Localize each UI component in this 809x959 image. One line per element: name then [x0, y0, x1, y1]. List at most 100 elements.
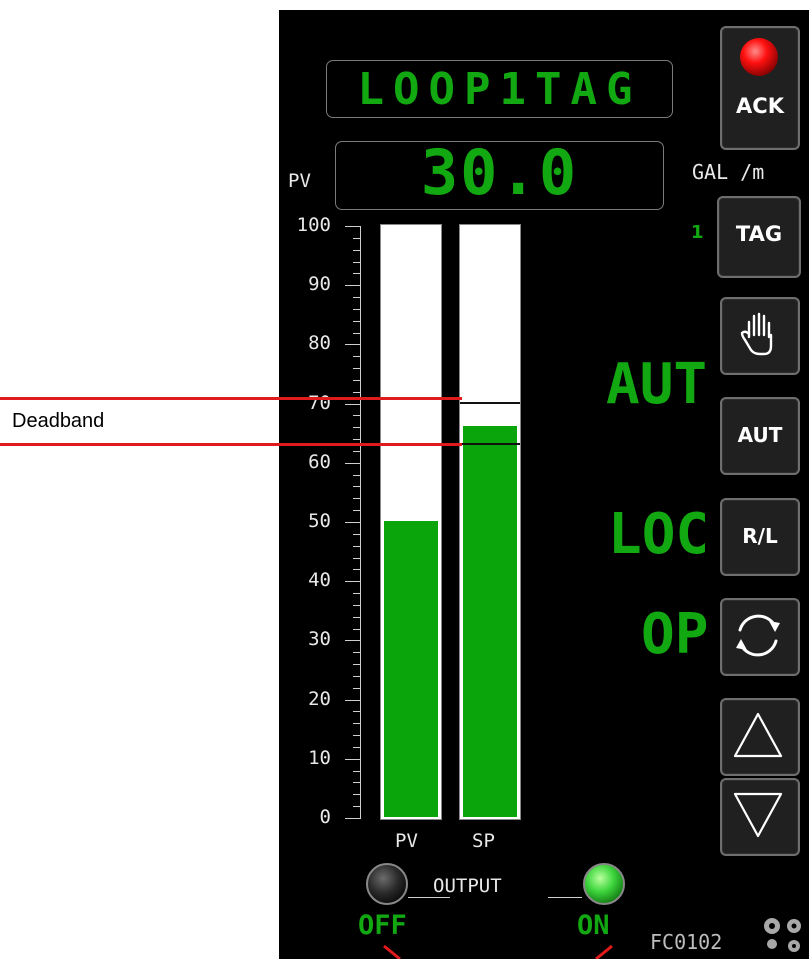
- major-tick: [345, 581, 361, 582]
- scale-tick-label: 30: [308, 628, 331, 650]
- minor-tick: [353, 368, 361, 369]
- scale-tick-label: 50: [308, 510, 331, 532]
- ack-button[interactable]: ACK: [720, 26, 800, 150]
- minor-tick: [353, 771, 361, 772]
- remote-local-button[interactable]: R/L: [720, 498, 800, 576]
- minor-tick: [353, 723, 361, 724]
- sp-bar-fill: [463, 426, 517, 817]
- minor-tick: [353, 262, 361, 263]
- minor-tick: [353, 747, 361, 748]
- major-tick: [345, 700, 361, 701]
- output-off-led: [366, 863, 408, 905]
- minor-tick: [353, 392, 361, 393]
- minor-tick: [353, 546, 361, 547]
- pv-display: 30.0: [335, 136, 664, 210]
- tag-display: LOOP1TAG: [326, 60, 673, 118]
- minor-tick: [353, 569, 361, 570]
- output-line-left: [408, 897, 450, 898]
- tag-button[interactable]: TAG: [717, 196, 801, 278]
- output-off-label: OFF: [358, 910, 407, 941]
- minor-tick: [353, 356, 361, 357]
- minor-tick: [353, 415, 361, 416]
- manual-mode-button[interactable]: [720, 297, 800, 375]
- scale-tick-label: 0: [319, 806, 331, 828]
- minor-tick: [353, 711, 361, 712]
- pv-label: PV: [288, 170, 311, 192]
- auto-button-label: AUT: [737, 423, 783, 447]
- tag-button-label: TAG: [735, 222, 783, 246]
- minor-tick: [353, 794, 361, 795]
- triangle-up-icon: [733, 712, 783, 758]
- minor-tick: [353, 309, 361, 310]
- minor-tick: [353, 380, 361, 381]
- pv-bar-fill: [384, 521, 438, 817]
- ack-button-label: ACK: [736, 94, 784, 118]
- minor-tick: [353, 664, 361, 665]
- minor-tick: [353, 297, 361, 298]
- location-status: LOC: [608, 502, 710, 567]
- minor-tick: [353, 475, 361, 476]
- major-tick: [345, 404, 361, 405]
- minor-tick: [353, 534, 361, 535]
- minor-tick: [353, 321, 361, 322]
- major-tick: [345, 285, 361, 286]
- output-on-led: [583, 863, 625, 905]
- minor-tick: [353, 782, 361, 783]
- sp-deadband-low-marker: [460, 443, 520, 445]
- pv-value: 30.0: [420, 136, 579, 209]
- scale-tick-label: 100: [296, 214, 331, 236]
- tag-count: 1: [691, 222, 704, 243]
- increase-button[interactable]: [720, 698, 800, 776]
- minor-tick: [353, 676, 361, 677]
- major-tick: [345, 344, 361, 345]
- minor-tick: [353, 427, 361, 428]
- output-label: OUTPUT: [433, 875, 502, 897]
- minor-tick: [353, 617, 361, 618]
- major-tick: [345, 522, 361, 523]
- scale-tick-label: 70: [308, 392, 331, 414]
- major-tick: [345, 759, 361, 760]
- units-label: GAL /m: [692, 160, 765, 184]
- scale-tick-label: 20: [308, 688, 331, 710]
- pv-bar: [380, 224, 442, 820]
- sp-bar-label: SP: [472, 830, 495, 852]
- minor-tick: [353, 605, 361, 606]
- deadband-lower-line: [0, 443, 462, 446]
- major-tick: [345, 463, 361, 464]
- triangle-down-icon: [733, 792, 783, 838]
- minor-tick: [353, 498, 361, 499]
- output-on-label: ON: [577, 910, 610, 941]
- decrease-button[interactable]: [720, 778, 800, 856]
- minor-tick: [353, 806, 361, 807]
- minor-tick: [353, 451, 361, 452]
- minor-tick: [353, 486, 361, 487]
- pv-bar-label: PV: [395, 830, 418, 852]
- hand-icon: [740, 312, 773, 356]
- device-id: FC0102: [650, 930, 723, 954]
- scale-tick-label: 10: [308, 747, 331, 769]
- remote-local-button-label: R/L: [742, 524, 778, 548]
- auto-mode-button[interactable]: AUT: [720, 397, 800, 475]
- minor-tick: [353, 629, 361, 630]
- minor-tick: [353, 688, 361, 689]
- sp-bar: [459, 224, 521, 820]
- output-mode-status: OP: [641, 602, 709, 667]
- mode-status: AUT: [606, 352, 708, 417]
- minor-tick: [353, 735, 361, 736]
- minor-tick: [353, 333, 361, 334]
- minor-tick: [353, 238, 361, 239]
- scale-tick-label: 60: [308, 451, 331, 473]
- minor-tick: [353, 439, 361, 440]
- minor-tick: [353, 250, 361, 251]
- minor-tick: [353, 273, 361, 274]
- alarm-led: [740, 38, 778, 76]
- cycle-button[interactable]: [720, 598, 800, 676]
- major-tick: [345, 640, 361, 641]
- major-tick: [345, 818, 361, 819]
- settings-gear-icon[interactable]: [758, 912, 808, 954]
- deadband-upper-line: [0, 397, 462, 400]
- minor-tick: [353, 593, 361, 594]
- major-tick: [345, 226, 361, 227]
- sp-deadband-high-marker: [460, 402, 520, 404]
- tag-name: LOOP1TAG: [357, 64, 642, 115]
